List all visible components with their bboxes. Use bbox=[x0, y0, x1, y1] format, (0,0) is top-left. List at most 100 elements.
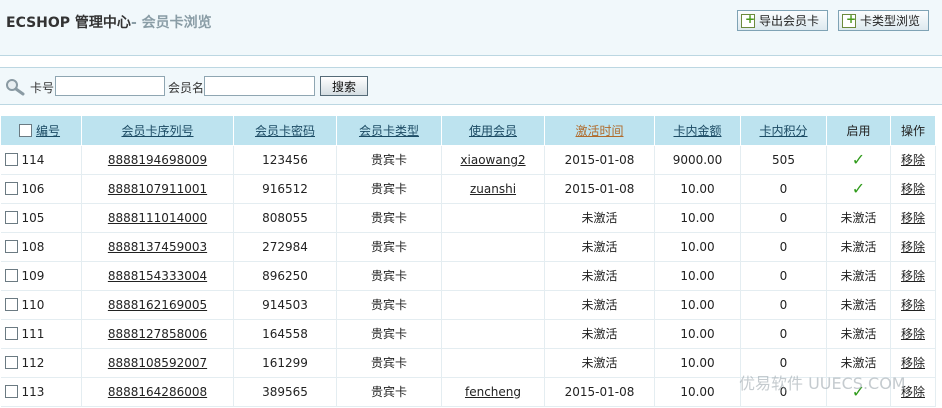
table-row: 109 8888154333004 896250 贵宾卡 未激活 10.00 0 未激活 移除 bbox=[0, 261, 936, 291]
cell-action: 移除 bbox=[890, 203, 936, 233]
cell-id: 106 bbox=[0, 174, 82, 204]
serial-link[interactable]: 8888137459003 bbox=[108, 240, 207, 254]
row-checkbox[interactable] bbox=[4, 297, 18, 311]
column-header-type[interactable]: 会员卡类型 bbox=[336, 116, 442, 146]
cell-enabled: 未激活 bbox=[826, 261, 891, 291]
table-header-row: 编号 会员卡序列号 会员卡密码 会员卡类型 使用会员 激活时间 卡内金额 卡内积… bbox=[0, 116, 936, 146]
cell-password: 161299 bbox=[233, 348, 337, 378]
column-header-enabled: 启用 bbox=[826, 116, 891, 146]
row-checkbox[interactable] bbox=[4, 210, 18, 224]
select-all-checkbox[interactable] bbox=[19, 123, 32, 137]
brand-title: ECSHOP 管理中心 bbox=[6, 15, 131, 31]
cell-type: 贵宾卡 bbox=[336, 290, 442, 320]
cell-activated: 未激活 bbox=[544, 319, 655, 349]
member-name-label: 会员名 bbox=[168, 81, 205, 95]
cell-action: 移除 bbox=[890, 145, 936, 175]
card-no-input[interactable] bbox=[55, 76, 165, 96]
cell-serial: 8888162169005 bbox=[81, 290, 234, 320]
cell-action: 移除 bbox=[890, 174, 936, 204]
member-name-input[interactable] bbox=[204, 76, 315, 96]
table-row: 111 8888127858006 164558 贵宾卡 未激活 10.00 0 未激活 移除 bbox=[0, 319, 936, 349]
cell-amount: 10.00 bbox=[654, 319, 741, 349]
row-checkbox[interactable] bbox=[4, 384, 18, 398]
cell-action: 移除 bbox=[890, 232, 936, 262]
cell-enabled: ✓ bbox=[826, 145, 891, 175]
cell-points: 0 bbox=[740, 290, 827, 320]
cell-amount: 10.00 bbox=[654, 261, 741, 291]
member-link[interactable]: fencheng bbox=[465, 385, 521, 399]
column-header-points[interactable]: 卡内积分 bbox=[740, 116, 827, 146]
serial-link[interactable]: 8888164286008 bbox=[108, 385, 207, 399]
member-link[interactable]: zuanshi bbox=[470, 182, 516, 196]
cell-points: 0 bbox=[740, 203, 827, 233]
cell-serial: 8888164286008 bbox=[81, 377, 234, 407]
remove-link[interactable]: 移除 bbox=[901, 298, 925, 312]
serial-link[interactable]: 8888162169005 bbox=[108, 298, 207, 312]
cell-member: fencheng bbox=[441, 377, 545, 407]
enabled-check-icon[interactable]: ✓ bbox=[852, 150, 865, 169]
remove-link[interactable]: 移除 bbox=[901, 153, 925, 167]
cell-password: 916512 bbox=[233, 174, 337, 204]
cell-enabled: 未激活 bbox=[826, 203, 891, 233]
table-row: 105 8888111014000 808055 贵宾卡 未激活 10.00 0 未激活 移除 bbox=[0, 203, 936, 233]
cell-type: 贵宾卡 bbox=[336, 174, 442, 204]
cell-activated: 未激活 bbox=[544, 290, 655, 320]
column-header-amount[interactable]: 卡内金额 bbox=[654, 116, 741, 146]
row-checkbox[interactable] bbox=[4, 268, 18, 282]
cell-password: 389565 bbox=[233, 377, 337, 407]
row-checkbox[interactable] bbox=[4, 355, 18, 369]
cell-activated: 未激活 bbox=[544, 203, 655, 233]
card-type-icon bbox=[842, 12, 856, 28]
cell-type: 贵宾卡 bbox=[336, 377, 442, 407]
search-button[interactable]: 搜索 bbox=[320, 76, 368, 96]
cell-activated: 2015-01-08 bbox=[544, 174, 655, 204]
remove-link[interactable]: 移除 bbox=[901, 182, 925, 196]
page-header: ECSHOP 管理中心- 会员卡浏览 导出会员卡 卡类型浏览 bbox=[0, 0, 942, 56]
cell-points: 0 bbox=[740, 319, 827, 349]
serial-link[interactable]: 8888108592007 bbox=[108, 356, 207, 370]
remove-link[interactable]: 移除 bbox=[901, 356, 925, 370]
column-header-password[interactable]: 会员卡密码 bbox=[233, 116, 337, 146]
serial-link[interactable]: 8888127858006 bbox=[108, 327, 207, 341]
enabled-check-icon[interactable]: ✓ bbox=[852, 179, 865, 198]
serial-link[interactable]: 8888154333004 bbox=[108, 269, 207, 283]
cell-id: 105 bbox=[0, 203, 82, 233]
row-checkbox[interactable] bbox=[4, 181, 18, 195]
remove-link[interactable]: 移除 bbox=[901, 240, 925, 254]
table-row: 108 8888137459003 272984 贵宾卡 未激活 10.00 0 未激活 移除 bbox=[0, 232, 936, 262]
cell-serial: 8888127858006 bbox=[81, 319, 234, 349]
cell-activated: 2015-01-08 bbox=[544, 377, 655, 407]
cell-id: 113 bbox=[0, 377, 82, 407]
cell-activated: 未激活 bbox=[544, 348, 655, 378]
column-header-member[interactable]: 使用会员 bbox=[441, 116, 545, 146]
column-header-activated[interactable]: 激活时间 bbox=[544, 116, 655, 146]
cell-amount: 10.00 bbox=[654, 377, 741, 407]
cell-action: 移除 bbox=[890, 319, 936, 349]
watermark: 优易软件 UUECS.COM bbox=[739, 374, 906, 393]
row-checkbox[interactable] bbox=[4, 239, 18, 253]
remove-link[interactable]: 移除 bbox=[901, 269, 925, 283]
cell-password: 164558 bbox=[233, 319, 337, 349]
row-checkbox[interactable] bbox=[4, 152, 18, 166]
column-header-id[interactable]: 编号 bbox=[0, 116, 82, 146]
cell-id: 112 bbox=[0, 348, 82, 378]
row-checkbox[interactable] bbox=[4, 326, 18, 340]
cell-enabled: ✓ bbox=[826, 174, 891, 204]
export-cards-button[interactable]: 导出会员卡 bbox=[737, 10, 828, 31]
remove-link[interactable]: 移除 bbox=[901, 211, 925, 225]
table-row: 106 8888107911001 916512 贵宾卡 zuanshi 2015-01-… bbox=[0, 174, 936, 204]
cell-member bbox=[441, 319, 545, 349]
serial-link[interactable]: 8888111014000 bbox=[108, 211, 207, 225]
cell-member bbox=[441, 261, 545, 291]
serial-link[interactable]: 8888194698009 bbox=[108, 153, 207, 167]
column-header-action: 操作 bbox=[890, 116, 936, 146]
search-icon bbox=[6, 79, 25, 96]
card-types-button[interactable]: 卡类型浏览 bbox=[838, 10, 929, 31]
serial-link[interactable]: 8888107911001 bbox=[108, 182, 207, 196]
cell-id: 109 bbox=[0, 261, 82, 291]
cell-action: 移除 bbox=[890, 261, 936, 291]
remove-link[interactable]: 移除 bbox=[901, 327, 925, 341]
column-header-serial[interactable]: 会员卡序列号 bbox=[81, 116, 234, 146]
member-link[interactable]: xiaowang2 bbox=[460, 153, 525, 167]
cell-type: 贵宾卡 bbox=[336, 319, 442, 349]
